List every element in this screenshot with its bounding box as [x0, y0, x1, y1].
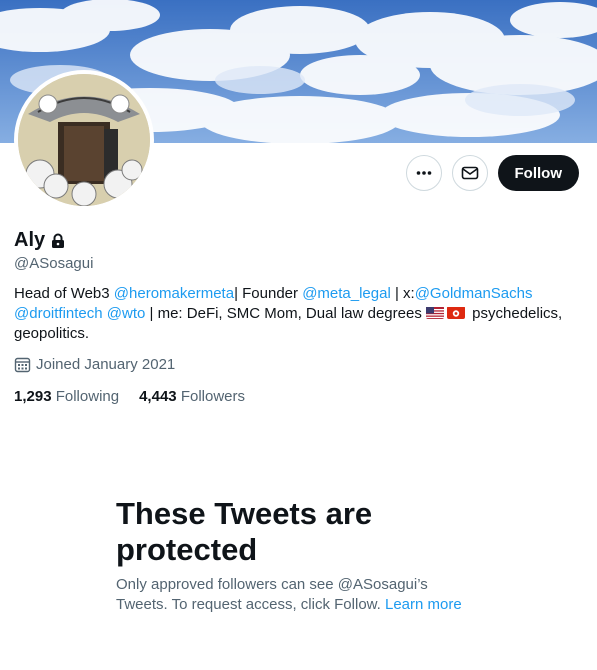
hong-kong-flag-icon — [447, 306, 466, 319]
bio-text: Head of Web3 — [14, 285, 114, 302]
mention-link-droitfintech[interactable]: @droitfintech — [14, 305, 103, 322]
bio-text: | Founder — [234, 285, 303, 302]
mention-link-meta-legal[interactable]: @meta_legal — [302, 285, 391, 302]
bio-text: | me: DeFi, SMC Mom, Dual law degrees — [145, 305, 427, 322]
profile-handle: @ASosagui — [14, 255, 94, 272]
mention-link-goldmansachs[interactable]: @GoldmanSachs — [415, 285, 533, 302]
joined-date: Joined January 2021 — [14, 356, 175, 373]
follow-stats: 1,293 Following 4,443 Followers — [14, 388, 245, 405]
following-label: Following — [55, 388, 120, 405]
followers-link[interactable]: 4,443 Followers — [139, 388, 245, 405]
following-link[interactable]: 1,293 Following — [14, 388, 119, 405]
protected-title: These Tweets are protected — [116, 496, 373, 567]
envelope-icon — [461, 166, 478, 180]
protected-message: Only approved followers can see @ASosagu… — [116, 575, 476, 615]
mention-link-wto[interactable]: @wto — [107, 305, 146, 322]
lock-icon — [52, 233, 65, 248]
message-button[interactable] — [451, 155, 488, 191]
more-button[interactable] — [405, 155, 442, 191]
avatar-image — [18, 74, 150, 206]
bio-text: | x: — [390, 285, 415, 302]
profile-actions: Follow — [405, 155, 579, 191]
more-horizontal-icon — [416, 171, 431, 175]
learn-more-link[interactable]: Learn more — [385, 596, 462, 613]
profile-name: Aly — [14, 229, 46, 251]
mention-link-heromakermeta[interactable]: @heromakermeta — [114, 285, 234, 302]
following-count: 1,293 — [14, 388, 52, 405]
profile-name-row: Aly — [14, 229, 67, 252]
follow-button[interactable]: Follow — [497, 155, 579, 191]
calendar-icon — [14, 357, 31, 373]
followers-label: Followers — [180, 388, 245, 405]
protected-text: Only approved followers can see @ASosagu… — [116, 576, 428, 613]
followers-count: 4,443 — [139, 388, 177, 405]
us-flag-icon — [426, 306, 445, 319]
profile-avatar[interactable] — [14, 70, 154, 210]
joined-text: Joined January 2021 — [36, 356, 176, 373]
profile-bio: Head of Web3 @heromakermeta| Founder @me… — [14, 284, 584, 344]
